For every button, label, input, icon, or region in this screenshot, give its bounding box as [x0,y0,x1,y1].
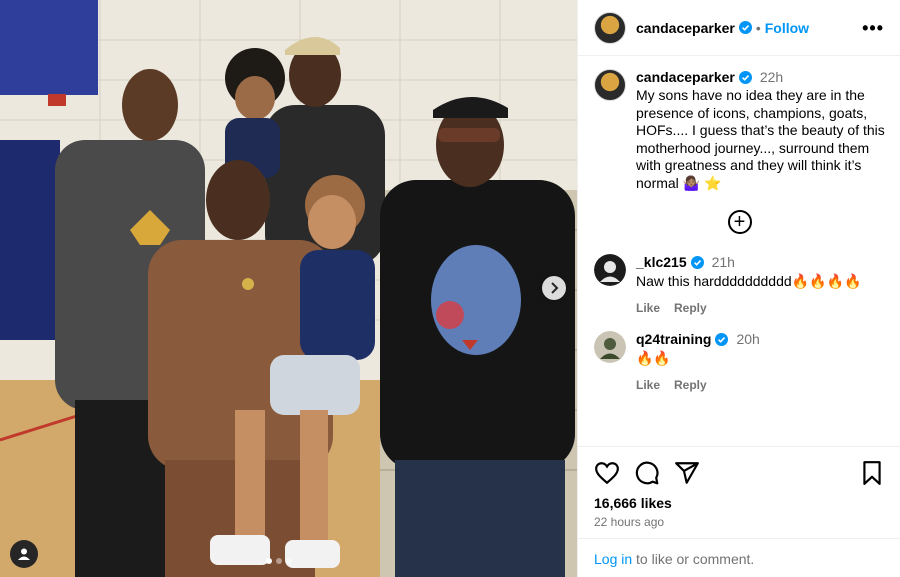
likes-count[interactable]: 16,666 likes [594,495,885,511]
verified-badge-icon [690,255,704,269]
carousel-dot [276,558,282,564]
comment-like-button[interactable]: Like [636,301,660,315]
caption-text: My sons have no idea they are in the pre… [636,87,885,191]
post-actions: 16,666 likes 22 hours ago [578,446,900,529]
caption-author-username[interactable]: candaceparker [636,69,735,85]
comment-reply-button[interactable]: Reply [674,378,707,392]
caption-author-avatar[interactable] [594,69,626,101]
comment-username[interactable]: _klc215 [636,254,687,270]
verified-badge-icon [738,70,752,84]
chevron-right-icon [551,282,559,294]
post-timestamp[interactable]: 22 hours ago [594,515,885,529]
comment-reply-button[interactable]: Reply [674,301,707,315]
verified-badge-icon [738,21,752,34]
carousel-dots [266,558,292,564]
comment-text: Naw this hardddddddddd🔥🔥🔥🔥 [636,273,862,289]
post-header: candaceparker • Follow ••• [578,0,900,56]
comment-time[interactable]: 20h [736,331,759,347]
login-link[interactable]: Log in [594,551,632,567]
comment-username[interactable]: q24training [636,331,711,347]
header-separator: • [755,19,761,36]
follow-button[interactable]: Follow [765,20,809,36]
caption: candaceparker 22h My sons have no idea t… [594,69,885,192]
photo-scene [0,0,577,577]
post-side-panel: candaceparker • Follow ••• candaceparker… [577,0,900,577]
comment: _klc215 21h Naw this hardddddddddd🔥🔥🔥🔥 L… [594,254,885,315]
comment-text: 🔥🔥 [636,350,671,366]
verified-badge-icon [715,332,729,346]
carousel-dot [286,558,292,564]
post-photo[interactable] [0,0,577,577]
tagged-users-button[interactable] [10,540,38,568]
person-tag-icon [18,548,30,560]
comment-icon[interactable] [634,460,660,486]
comment: q24training 20h 🔥🔥 Like Reply [594,331,885,392]
login-prompt: Log in to like or comment. [578,538,900,577]
carousel-dot-active [266,558,272,564]
login-prompt-text: to like or comment. [632,551,755,567]
author-avatar[interactable] [594,11,626,44]
share-icon[interactable] [674,460,700,486]
heart-icon[interactable] [594,460,620,486]
comment-like-button[interactable]: Like [636,378,660,392]
load-more-button[interactable]: + [727,210,752,234]
author-username[interactable]: candaceparker [636,20,735,36]
caption-time[interactable]: 22h [760,69,783,85]
comments-section[interactable]: candaceparker 22h My sons have no idea t… [578,57,900,445]
more-options-button[interactable]: ••• [862,19,884,37]
comment-time[interactable]: 21h [712,254,735,270]
comment-avatar[interactable] [594,331,626,363]
load-more-comments: + [594,210,885,234]
bookmark-icon[interactable] [859,460,885,486]
carousel-next-button[interactable] [542,276,566,300]
comment-avatar[interactable] [594,254,626,286]
